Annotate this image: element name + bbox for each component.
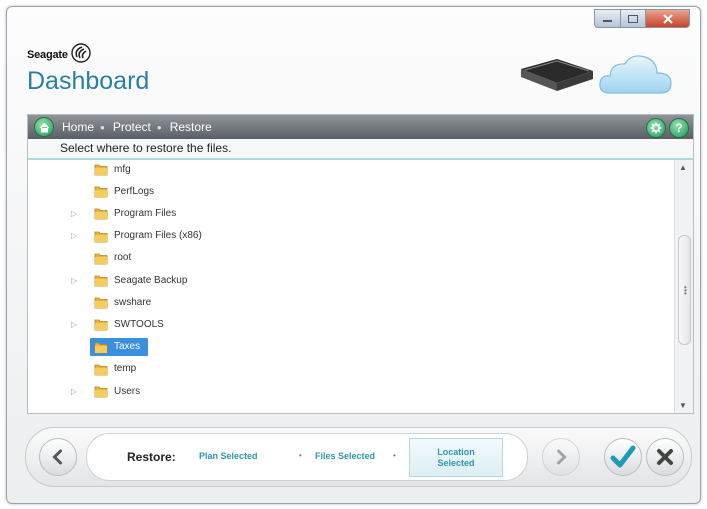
breadcrumb-restore: Restore [169, 120, 212, 134]
help-icon: ? [675, 121, 683, 135]
expand-arrow-icon[interactable]: ▷ [71, 231, 77, 240]
close-button[interactable] [646, 9, 690, 28]
folder-icon [94, 162, 108, 181]
folder-icon [94, 340, 108, 359]
maximize-icon [628, 14, 638, 23]
tree-item-label: Users [114, 385, 141, 397]
scroll-down-arrow-icon[interactable]: ▼ [679, 401, 687, 410]
tree-item[interactable]: ▷ Program Files (x86) [28, 225, 648, 247]
tree-item-label: SWTOOLS [114, 318, 164, 330]
tree-item[interactable]: swshare [28, 291, 648, 313]
back-button[interactable] [39, 438, 77, 476]
tree-item[interactable]: ▷ Users [28, 380, 648, 402]
settings-button[interactable] [646, 118, 666, 138]
step-separator: • [393, 451, 396, 460]
tree-item[interactable]: Taxes [28, 336, 648, 358]
tree-item-label: swshare [114, 296, 152, 308]
tree-item-label: mfg [114, 163, 131, 175]
close-icon [662, 13, 673, 24]
home-button[interactable] [34, 117, 54, 137]
app-title: Dashboard [27, 67, 150, 95]
x-icon [657, 449, 673, 465]
expand-arrow-icon[interactable]: ▷ [71, 276, 77, 285]
minimize-button[interactable] [594, 9, 621, 28]
folder-icon [94, 362, 108, 381]
breadcrumb-separator: ● [100, 122, 105, 132]
brand-company: Seagate [27, 49, 68, 61]
tree-item-label: Taxes [114, 341, 141, 353]
scrollbar[interactable]: ▲ • • • ▼ [674, 160, 693, 413]
tree-item-label: PerfLogs [114, 185, 155, 197]
folder-icon [94, 206, 108, 225]
tree-item[interactable]: PerfLogs [28, 180, 648, 202]
seagate-logo-icon [71, 43, 91, 63]
wizard-footer: Restore: Plan Selected • Files Selected … [25, 427, 692, 487]
tree-item-label: temp [114, 363, 137, 375]
forward-button[interactable] [542, 438, 580, 476]
folder-icon [94, 273, 108, 292]
tree-item[interactable]: ▷ SWTOOLS [28, 313, 648, 335]
breadcrumb-separator: ● [156, 122, 162, 132]
expand-arrow-icon[interactable]: ▷ [71, 387, 77, 396]
folder-icon [94, 317, 108, 336]
expand-arrow-icon[interactable]: ▷ [71, 320, 77, 329]
tree-item-label: root [114, 252, 132, 264]
app-window: Seagate Dashboard Home ● Protect ● Resto [6, 6, 701, 504]
scroll-up-arrow-icon[interactable]: ▲ [679, 163, 687, 172]
step-plan-selected: Plan Selected [199, 451, 258, 461]
step-location-selected: Location Selected [409, 438, 503, 477]
drive-device-icon [521, 59, 593, 91]
tree-item-label: Program Files [114, 207, 177, 219]
folder-tree: mfg PerfLogs ▷ Program Files ▷ Program Files … [28, 160, 673, 413]
folder-icon [94, 184, 108, 203]
chevron-left-icon [52, 449, 62, 465]
wizard-steps: Restore: Plan Selected • Files Selected … [86, 433, 528, 481]
gear-icon [650, 122, 662, 134]
tree-item-label: Seagate Backup [114, 274, 188, 286]
cancel-button[interactable] [646, 438, 684, 476]
instruction-text: Select where to restore the files. [28, 139, 693, 160]
ok-button[interactable] [604, 438, 642, 476]
expand-arrow-icon[interactable]: ▷ [71, 209, 77, 218]
folder-icon [94, 384, 108, 403]
maximize-button[interactable] [621, 9, 646, 28]
folder-icon [94, 251, 108, 270]
tree-item-label: Program Files (x86) [114, 230, 202, 242]
help-button[interactable]: ? [669, 118, 689, 138]
tree-item[interactable]: temp [28, 358, 648, 380]
folder-icon [94, 229, 108, 248]
breadcrumb: Home ● Protect ● Restore ? [28, 115, 693, 139]
restore-panel: Home ● Protect ● Restore ? Select where … [27, 114, 694, 414]
home-icon [39, 122, 49, 132]
folder-icon [94, 295, 108, 314]
breadcrumb-protect[interactable]: Protect [113, 120, 151, 134]
checkmark-icon [610, 445, 636, 468]
tree-item[interactable]: ▷ Seagate Backup [28, 269, 648, 291]
step-separator: • [299, 451, 302, 460]
cloud-icon [599, 55, 672, 94]
steps-label: Restore: [127, 450, 176, 464]
chevron-right-icon [557, 449, 567, 465]
grip-icon: • • • [684, 283, 687, 298]
scrollbar-thumb[interactable]: • • • [678, 235, 691, 345]
tree-item[interactable]: mfg [28, 160, 648, 180]
tree-item[interactable]: ▷ Program Files [28, 202, 648, 224]
step-files-selected: Files Selected [315, 451, 376, 461]
minimize-icon [603, 20, 612, 22]
window-controls [594, 9, 690, 28]
breadcrumb-home[interactable]: Home [62, 120, 94, 134]
tree-item[interactable]: root [28, 247, 648, 269]
